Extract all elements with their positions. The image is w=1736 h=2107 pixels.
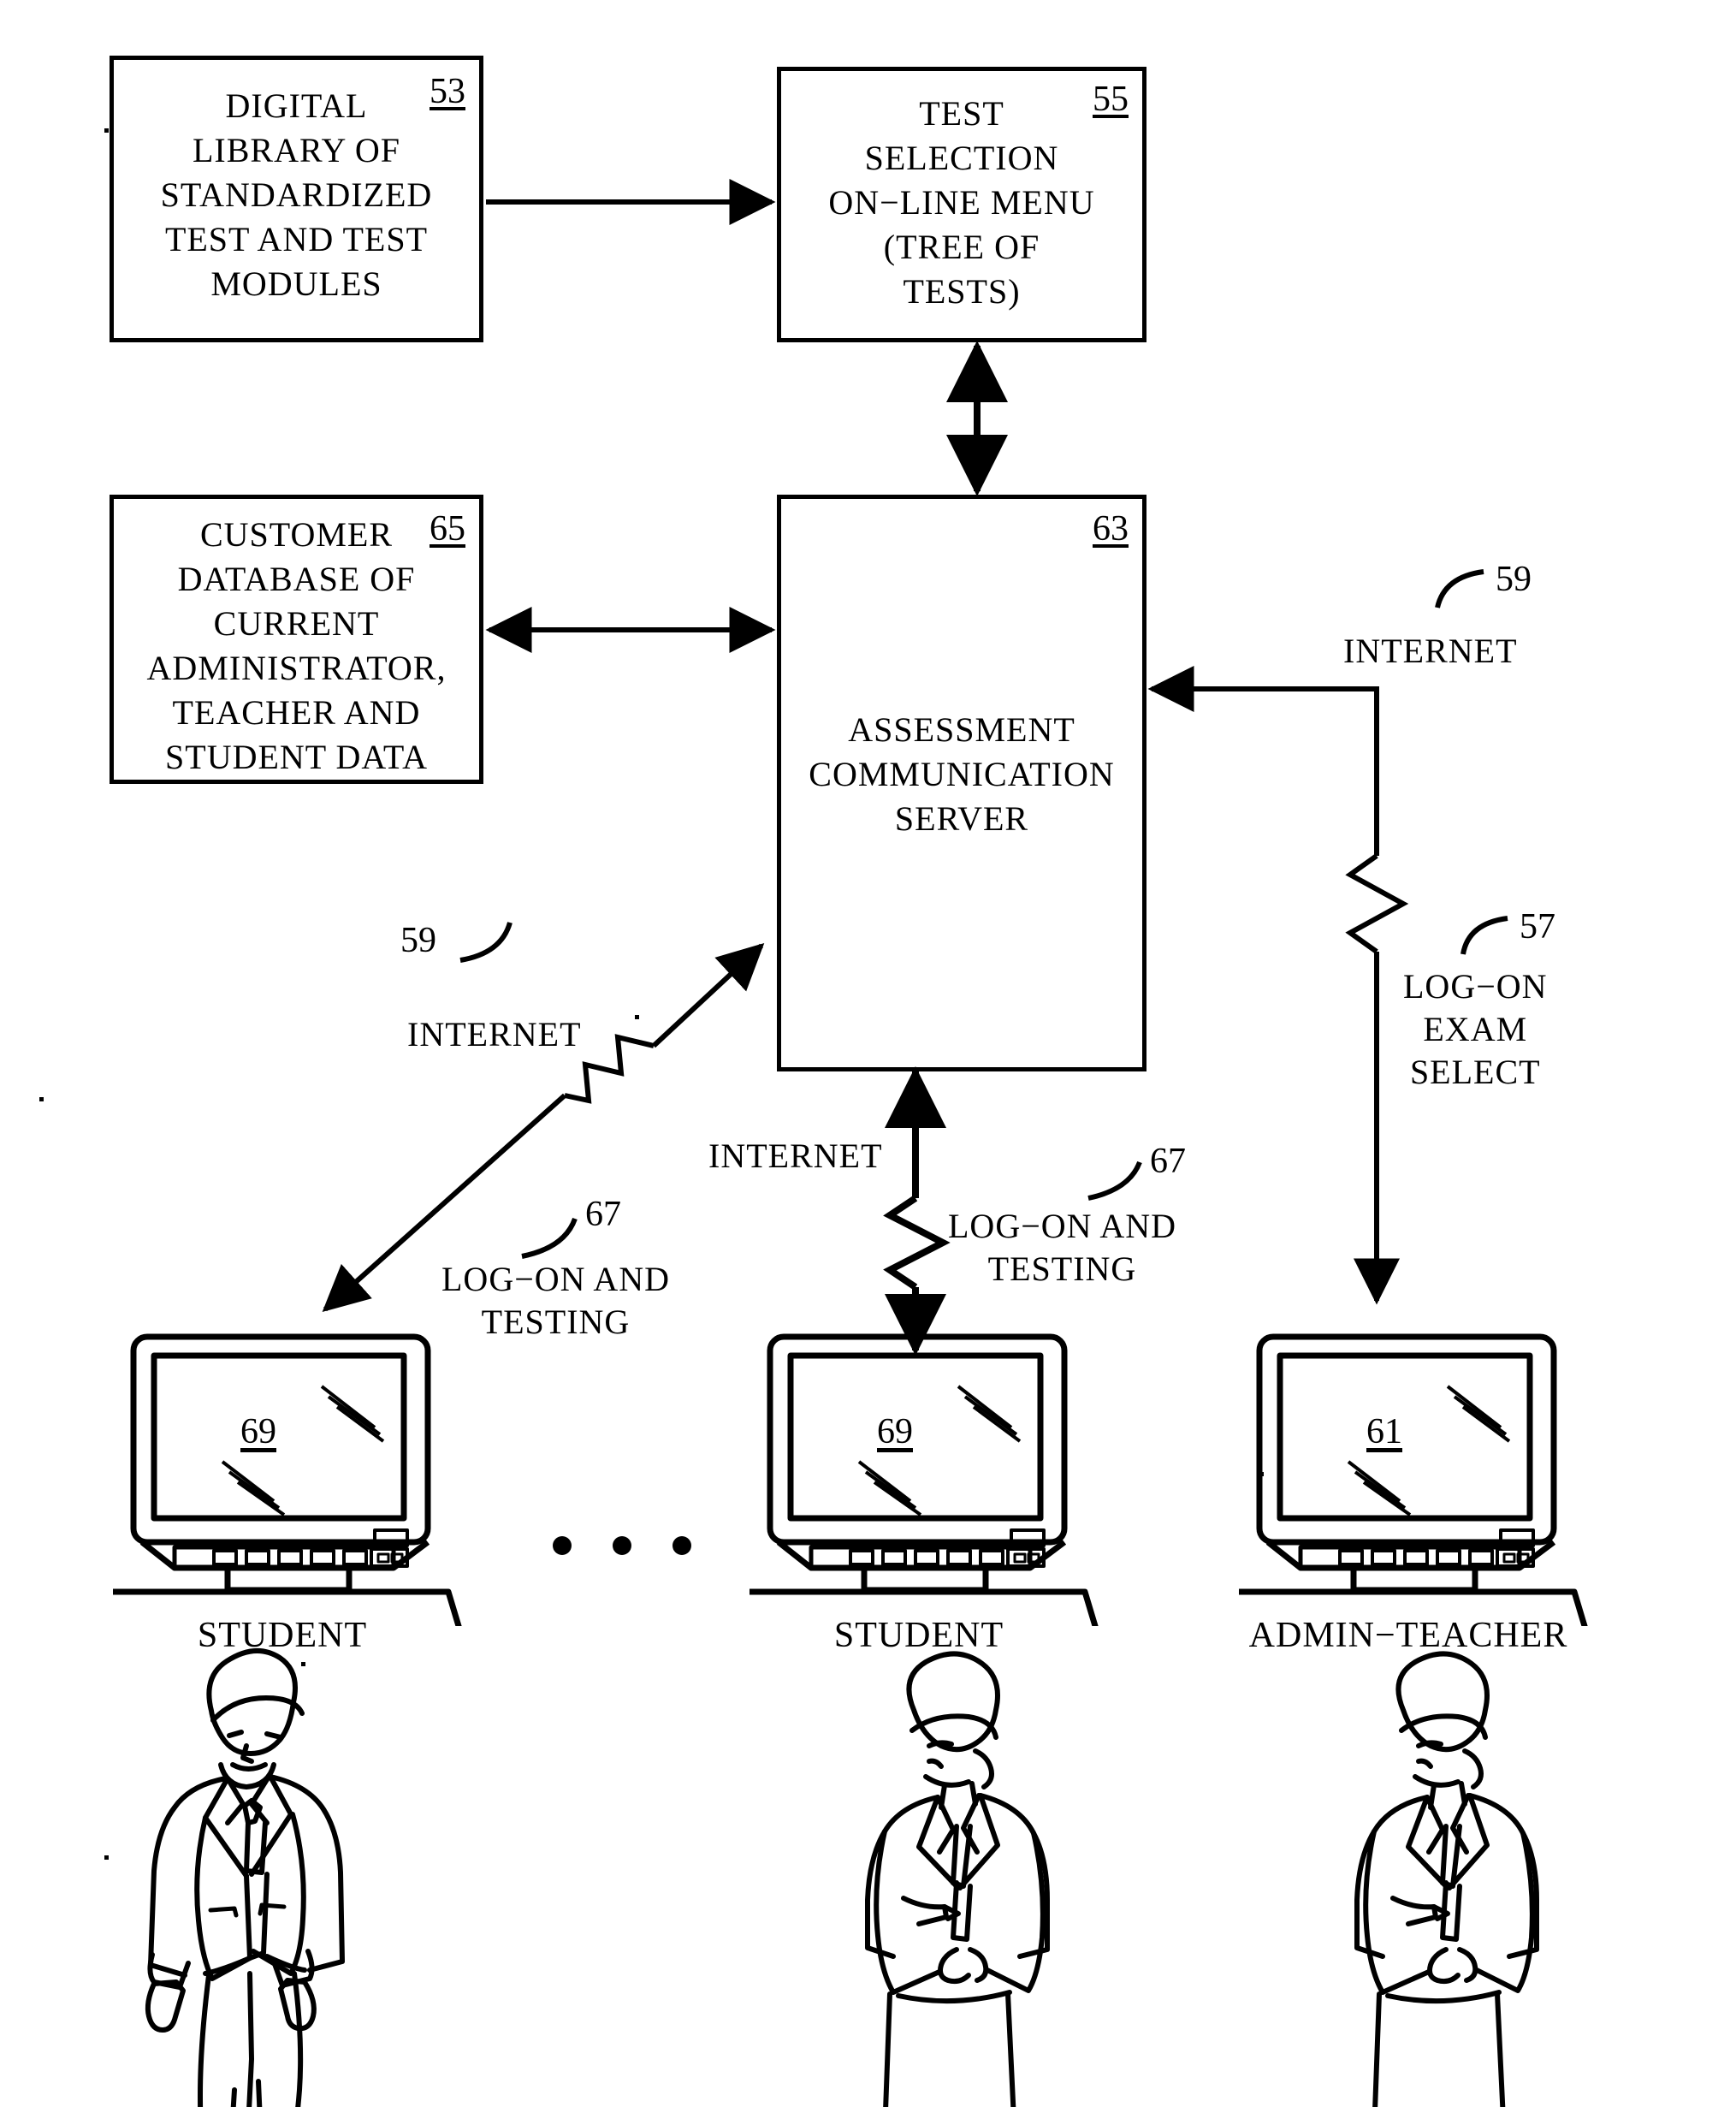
computer-icon <box>729 1333 1109 1664</box>
box-digital-library-text: DIGITAL LIBRARY OF STANDARDIZED TEST AND… <box>114 84 479 306</box>
ref-number-57: 57 <box>1520 907 1555 947</box>
ref-number-59-right: 59 <box>1496 560 1532 599</box>
box-line: ON−LINE MENU <box>828 183 1095 222</box>
leader-59-left <box>459 922 513 963</box>
ref-number-59-left: 59 <box>400 921 436 960</box>
scan-speck <box>1259 1472 1264 1476</box>
label-line: EXAM <box>1423 1010 1528 1048</box>
label-logon-exam-select: LOG−ON EXAM SELECT <box>1403 965 1548 1094</box>
box-line: SERVER <box>894 799 1029 838</box>
keyboard-label-student-center: STUDENT <box>833 1616 1004 1655</box>
person-woman-icon <box>865 1651 1050 2107</box>
ellipsis-dot <box>672 1536 691 1555</box>
scan-speck <box>301 1662 305 1666</box>
box-line: ADMINISTRATOR, <box>146 649 447 687</box>
box-line: STUDENT DATA <box>165 738 428 776</box>
box-assessment-server-text: ASSESSMENT COMMUNICATION SERVER <box>781 708 1142 841</box>
link-internet-right <box>1147 666 1379 856</box>
label-line: SELECT <box>1409 1053 1541 1091</box>
computer-icon <box>92 1333 472 1664</box>
computer-icon <box>1218 1333 1598 1664</box>
box-line: TEST <box>919 94 1004 133</box>
ref-number-67-center: 67 <box>1150 1142 1186 1181</box>
box-customer-database: 65 CUSTOMER DATABASE OF CURRENT ADMINIST… <box>110 495 483 784</box>
box-line: SELECTION <box>864 139 1059 177</box>
label-logon-testing-center: LOG−ON AND TESTING <box>948 1205 1176 1291</box>
box-line: CUSTOMER <box>199 515 394 554</box>
box-test-selection-text: TEST SELECTION ON−LINE MENU (TREE OF TES… <box>781 92 1142 314</box>
box-test-selection-menu: 55 TEST SELECTION ON−LINE MENU (TREE OF … <box>777 67 1146 342</box>
station-student-left[interactable]: 69 <box>92 1318 472 1664</box>
leader-57 <box>1460 916 1508 955</box>
station-student-center[interactable]: 69 <box>729 1318 1109 1664</box>
person-man-icon <box>145 1647 345 2107</box>
screen-ref-number: 69 <box>240 1412 276 1451</box>
box-line: LIBRARY OF <box>192 131 400 169</box>
label-line: TESTING <box>987 1249 1137 1288</box>
scan-speck <box>39 1097 44 1101</box>
box-line: STANDARDIZED <box>160 175 433 214</box>
label-logon-testing-left: LOG−ON AND TESTING <box>441 1258 670 1344</box>
box-line: TEST AND TEST <box>164 220 429 258</box>
ref-number-55: 55 <box>1093 80 1129 119</box>
label-internet-left: INTERNET <box>407 1015 582 1054</box>
scan-speck <box>104 1855 109 1860</box>
box-line: TESTS) <box>903 272 1021 311</box>
box-digital-library: 53 DIGITAL LIBRARY OF STANDARDIZED TEST … <box>110 56 483 342</box>
label-line: LOG−ON <box>1403 967 1548 1006</box>
person-woman-icon <box>1354 1651 1539 2107</box>
keyboard-label-admin-teacher: ADMIN−TEACHER <box>1248 1616 1568 1655</box>
box-line: COMMUNICATION <box>809 755 1115 793</box>
ellipsis-dot <box>613 1536 631 1555</box>
leader-67-left <box>521 1217 578 1259</box>
box-line: TEACHER AND <box>172 693 421 732</box>
box-line: DIGITAL <box>225 86 368 125</box>
screen-ref-number: 69 <box>877 1412 913 1451</box>
leader-67-center <box>1087 1160 1142 1201</box>
scan-speck <box>635 1015 639 1019</box>
ref-number-53: 53 <box>430 72 465 111</box>
station-admin-teacher[interactable]: 61 <box>1218 1318 1598 1664</box>
label-internet-center: INTERNET <box>708 1137 883 1175</box>
label-internet-right: INTERNET <box>1343 632 1518 670</box>
scan-speck <box>104 128 109 133</box>
ref-number-67-left: 67 <box>585 1195 621 1234</box>
box-line: CURRENT <box>213 604 380 643</box>
label-line: TESTING <box>481 1303 631 1341</box>
zigzag-break-right <box>1345 853 1409 954</box>
box-line: ASSESSMENT <box>848 710 1075 749</box>
patent-figure-sheet: 53 DIGITAL LIBRARY OF STANDARDIZED TEST … <box>0 0 1736 2107</box>
box-line: MODULES <box>210 264 382 303</box>
box-customer-database-text: CUSTOMER DATABASE OF CURRENT ADMINISTRAT… <box>114 513 479 780</box>
box-line: (TREE OF <box>883 228 1040 266</box>
ref-number-63: 63 <box>1093 509 1129 549</box>
label-line: LOG−ON AND <box>441 1260 670 1298</box>
zigzag-break-center <box>883 1195 951 1291</box>
ref-number-65: 65 <box>430 509 465 549</box>
box-assessment-server: 63 ASSESSMENT COMMUNICATION SERVER <box>777 495 1146 1071</box>
link-internet-left-upper <box>651 942 765 1048</box>
screen-ref-number: 61 <box>1366 1412 1402 1451</box>
ellipsis-dot <box>553 1536 572 1555</box>
keyboard-label-student-left: STUDENT <box>197 1616 368 1655</box>
leader-59-right <box>1435 569 1484 608</box>
box-line: DATABASE OF <box>177 560 416 598</box>
label-line: LOG−ON AND <box>948 1207 1176 1245</box>
